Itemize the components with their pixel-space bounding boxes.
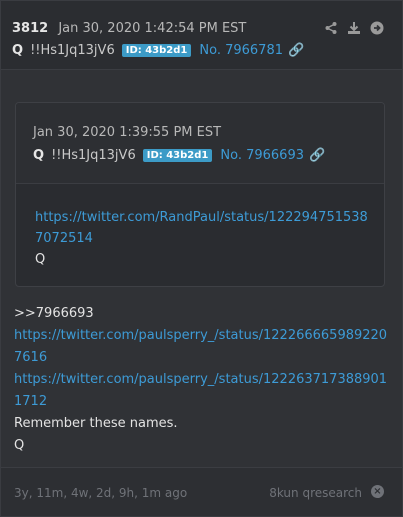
share-icon[interactable]: [324, 21, 338, 35]
quoted-body: https://twitter.com/RandPaul/status/1222…: [35, 207, 375, 270]
post-date: Jan 30, 2020 1:42:54 PM EST: [58, 21, 247, 36]
quoted-signature: Q: [35, 252, 46, 267]
reply-reference[interactable]: >>7966693: [14, 303, 388, 325]
post-card: 3812 Jan 30, 2020 1:42:54 PM EST Q !!Hs1…: [0, 0, 403, 517]
post-message: Remember these names.: [14, 416, 178, 431]
post-body: >>7966693 https://twitter.com/paulsperry…: [14, 303, 388, 457]
twitter-link-2[interactable]: https://twitter.com/paulsperry_/status/1…: [14, 369, 388, 413]
post-footer: 3y, 11m, 4w, 2d, 9h, 1m ago 8kun qresear…: [1, 467, 402, 516]
board-name: 8kun qresearch: [269, 486, 362, 500]
quoted-tripcode: !!Hs1Jq13jV6: [51, 148, 136, 163]
quoted-author: Q: [33, 148, 45, 163]
quoted-post: Jan 30, 2020 1:39:55 PM EST Q !!Hs1Jq13j…: [15, 102, 385, 287]
quoted-post-no-link[interactable]: No. 7966693: [220, 148, 304, 163]
link-icon[interactable]: 🔗: [288, 43, 304, 58]
post-signature: Q: [14, 438, 25, 453]
post-number: 3812: [12, 21, 49, 36]
link-icon[interactable]: 🔗: [309, 148, 325, 163]
author-name: Q: [12, 43, 24, 58]
post-header: 3812 Jan 30, 2020 1:42:54 PM EST Q !!Hs1…: [1, 1, 402, 70]
post-author-row: Q !!Hs1Jq13jV6 ID: 43b2d1 No. 7966781 🔗: [12, 43, 304, 58]
quoted-header: Jan 30, 2020 1:39:55 PM EST Q !!Hs1Jq13j…: [16, 103, 384, 184]
post-meta-row: 3812 Jan 30, 2020 1:42:54 PM EST: [12, 21, 246, 36]
quoted-author-row: Q !!Hs1Jq13jV6 ID: 43b2d1 No. 7966693 🔗: [33, 148, 325, 163]
navigate-icon[interactable]: [370, 21, 384, 35]
post-actions: [324, 21, 384, 35]
post-no-link[interactable]: No. 7966781: [199, 43, 283, 58]
twitter-link-1[interactable]: https://twitter.com/paulsperry_/status/1…: [14, 325, 388, 369]
quoted-date: Jan 30, 2020 1:39:55 PM EST: [33, 125, 222, 140]
id-badge: ID: 43b2d1: [121, 44, 192, 57]
tripcode: !!Hs1Jq13jV6: [30, 43, 115, 58]
download-icon[interactable]: [347, 21, 361, 35]
quoted-id-badge: ID: 43b2d1: [142, 149, 213, 162]
time-ago: 3y, 11m, 4w, 2d, 9h, 1m ago: [14, 486, 188, 500]
quoted-twitter-link[interactable]: https://twitter.com/RandPaul/status/1222…: [35, 207, 375, 249]
close-icon[interactable]: ×: [371, 485, 384, 498]
